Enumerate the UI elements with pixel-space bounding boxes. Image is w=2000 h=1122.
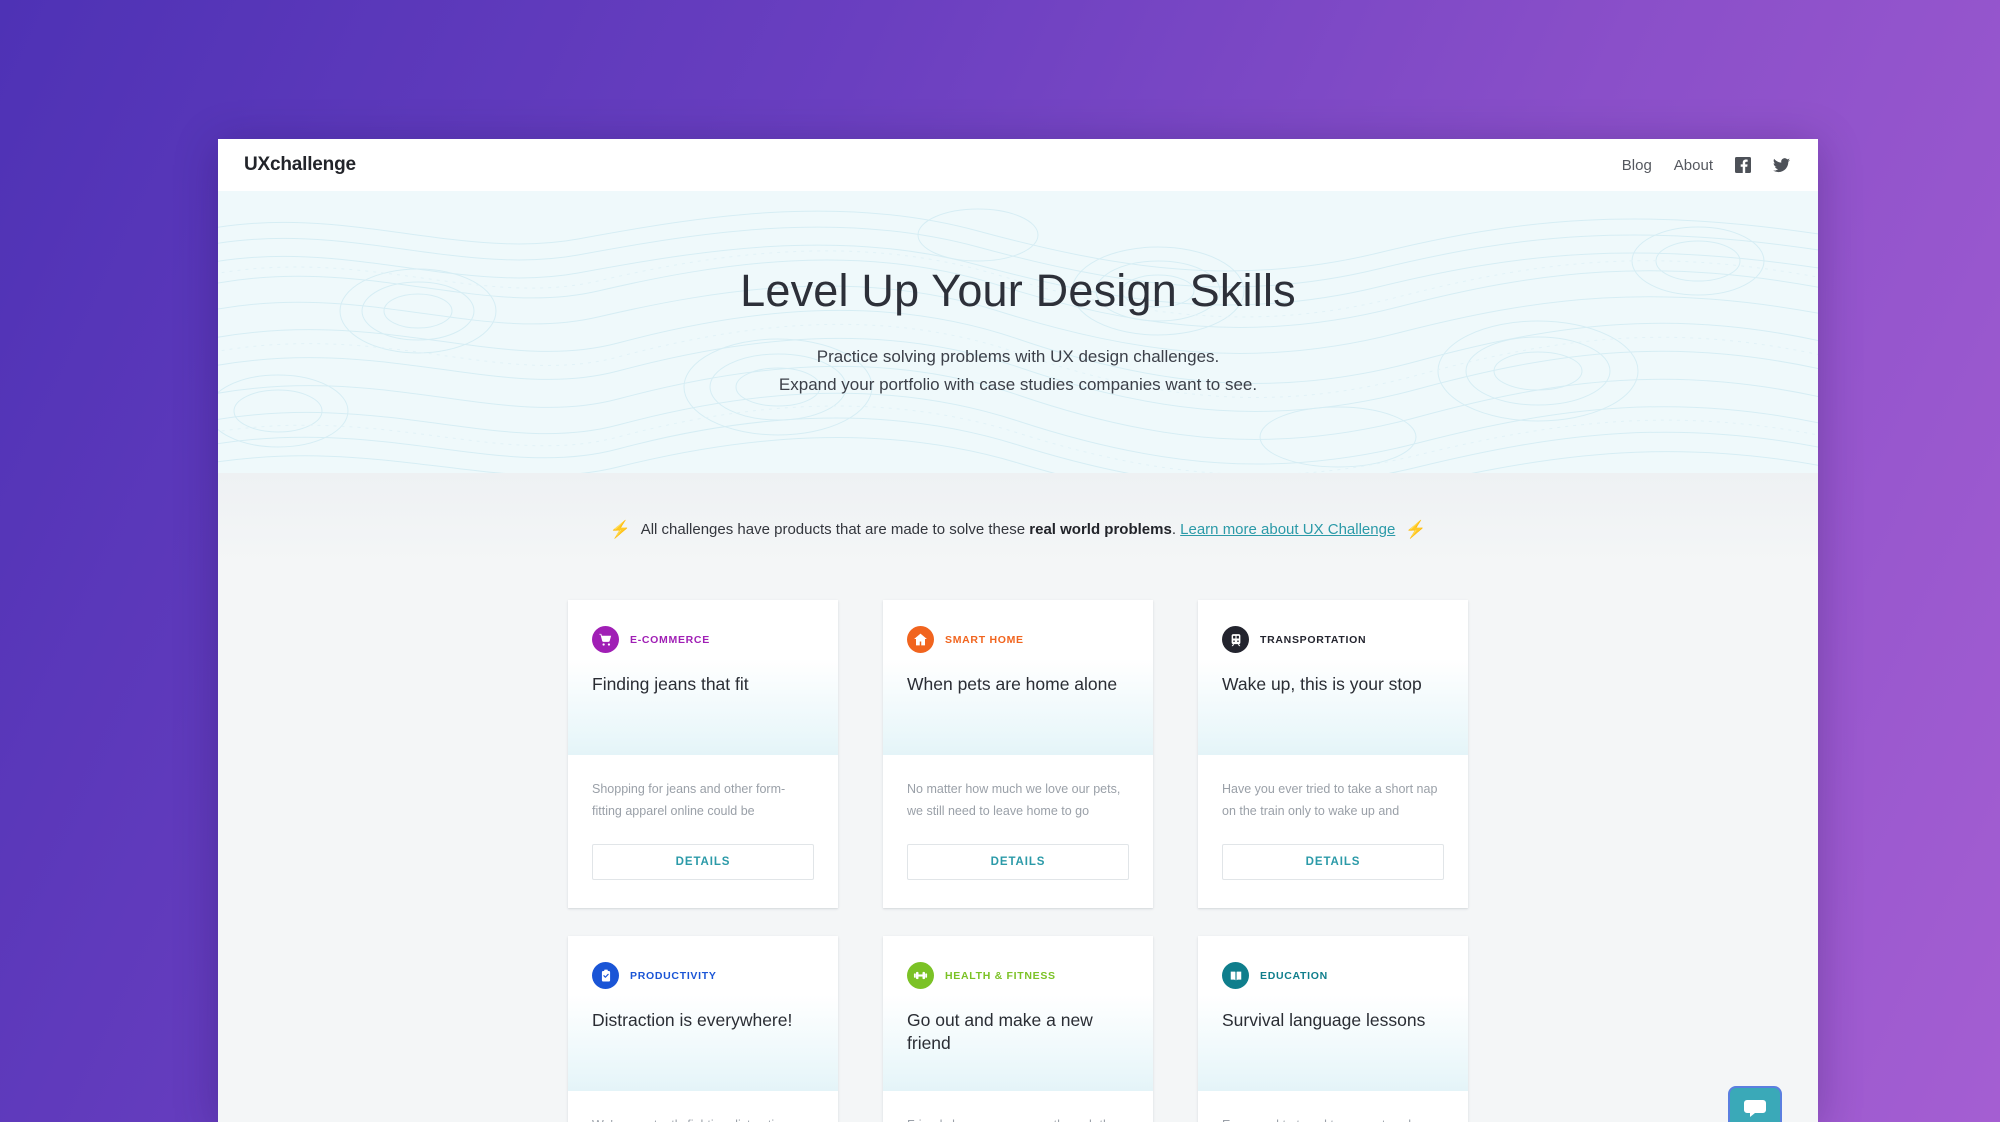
hero-section: Level Up Your Design Skills Practice sol… [218, 191, 1818, 473]
card-bottom: Shopping for jeans and other form-fittin… [568, 755, 838, 908]
card-bottom: We're constantly fighting distractionsDE… [568, 1091, 838, 1122]
content-section: ⚡ All challenges have products that are … [218, 473, 1818, 1122]
facebook-icon[interactable] [1735, 157, 1751, 173]
dumbbell-icon [907, 962, 934, 989]
card-category-label: PRODUCTIVITY [630, 969, 717, 982]
details-button[interactable]: DETAILS [907, 844, 1129, 880]
challenge-card[interactable]: TRANSPORTATION Wake up, this is your stop… [1198, 600, 1468, 908]
details-button[interactable]: DETAILS [1222, 844, 1444, 880]
card-category-label: SMART HOME [945, 633, 1024, 646]
card-title: Survival language lessons [1222, 1010, 1426, 1030]
card-bottom: No matter how much we love our pets, we … [883, 755, 1153, 908]
main-nav: Blog About [1622, 157, 1790, 174]
challenge-card[interactable]: SMART HOME When pets are home alone No mat… [883, 600, 1153, 908]
chat-widget-button[interactable] [1728, 1086, 1782, 1122]
house-icon [907, 626, 934, 653]
browser-window: UXchallenge Blog About Level Up Your Des… [218, 139, 1818, 1122]
card-title: Finding jeans that fit [592, 674, 749, 694]
chat-bubble-icon [1744, 1100, 1766, 1117]
card-category-row: PRODUCTIVITY [592, 962, 814, 989]
page-title: Level Up Your Design Skills [740, 265, 1296, 317]
card-top: PRODUCTIVITY Distraction is everywhere! [568, 936, 838, 1091]
card-title: Go out and make a new friend [907, 1010, 1093, 1054]
nav-link-blog[interactable]: Blog [1622, 157, 1652, 174]
card-description: Ever need to travel to a country where [1222, 1115, 1444, 1122]
card-top: HEALTH & FITNESS Go out and make a new fr… [883, 936, 1153, 1091]
shopping-cart-icon [592, 626, 619, 653]
details-button[interactable]: DETAILS [592, 844, 814, 880]
card-top: TRANSPORTATION Wake up, this is your stop [1198, 600, 1468, 755]
challenge-card-grid: E-COMMERCE Finding jeans that fit Shopping… [568, 600, 1468, 1122]
card-description: No matter how much we love our pets, we … [907, 782, 1121, 818]
open-book-icon [1222, 962, 1249, 989]
nav-link-about[interactable]: About [1674, 157, 1713, 174]
challenge-card[interactable]: HEALTH & FITNESS Go out and make a new fr… [883, 936, 1153, 1122]
promo-text-before: All challenges have products that are ma… [640, 521, 1030, 538]
hero-subtitle-line-2: Expand your portfolio with case studies … [778, 375, 1258, 394]
card-description: Friends keep us company through the [907, 1115, 1129, 1122]
site-header: UXchallenge Blog About [218, 139, 1818, 191]
promo-banner: ⚡ All challenges have products that are … [218, 521, 1818, 538]
card-description: Have you ever tried to take a short nap … [1222, 782, 1438, 818]
train-icon [1222, 626, 1249, 653]
twitter-icon[interactable] [1773, 157, 1790, 173]
challenge-card[interactable]: EDUCATION Survival language lessons Ever n… [1198, 936, 1468, 1122]
card-category-row: EDUCATION [1222, 962, 1444, 989]
card-description: Shopping for jeans and other form-fittin… [592, 782, 786, 818]
brand-logo[interactable]: UXchallenge [244, 154, 356, 176]
card-category-row: SMART HOME [907, 626, 1129, 653]
card-title: Wake up, this is your stop [1222, 674, 1422, 694]
clipboard-check-icon [592, 962, 619, 989]
promo-text: All challenges have products that are ma… [641, 521, 1396, 538]
challenge-card[interactable]: PRODUCTIVITY Distraction is everywhere! We… [568, 936, 838, 1122]
hero-content: Level Up Your Design Skills Practice sol… [740, 265, 1296, 398]
card-category-label: HEALTH & FITNESS [945, 969, 1056, 982]
card-description: We're constantly fighting distractions [592, 1115, 814, 1122]
learn-more-link[interactable]: Learn more about UX Challenge [1180, 521, 1395, 538]
promo-text-bold: real world problems [1029, 521, 1172, 538]
promo-text-after: . [1171, 521, 1181, 538]
card-title: Distraction is everywhere! [592, 1010, 793, 1030]
lightning-bolt-icon-left: ⚡ [609, 520, 631, 539]
lightning-bolt-icon-right: ⚡ [1405, 520, 1427, 539]
card-bottom: Have you ever tried to take a short nap … [1198, 755, 1468, 908]
card-category-label: E-COMMERCE [630, 633, 710, 646]
card-bottom: Friends keep us company through theDETAI… [883, 1091, 1153, 1122]
card-category-label: TRANSPORTATION [1260, 633, 1367, 646]
card-top: EDUCATION Survival language lessons [1198, 936, 1468, 1091]
card-category-row: TRANSPORTATION [1222, 626, 1444, 653]
card-category-label: EDUCATION [1260, 969, 1328, 982]
hero-subtitle-line-1: Practice solving problems with UX design… [816, 347, 1220, 367]
card-category-row: E-COMMERCE [592, 626, 814, 653]
card-top: E-COMMERCE Finding jeans that fit [568, 600, 838, 755]
card-category-row: HEALTH & FITNESS [907, 962, 1129, 989]
card-bottom: Ever need to travel to a country whereDE… [1198, 1091, 1468, 1122]
card-title: When pets are home alone [907, 674, 1118, 694]
challenge-card[interactable]: E-COMMERCE Finding jeans that fit Shopping… [568, 600, 838, 908]
card-top: SMART HOME When pets are home alone [883, 600, 1153, 755]
